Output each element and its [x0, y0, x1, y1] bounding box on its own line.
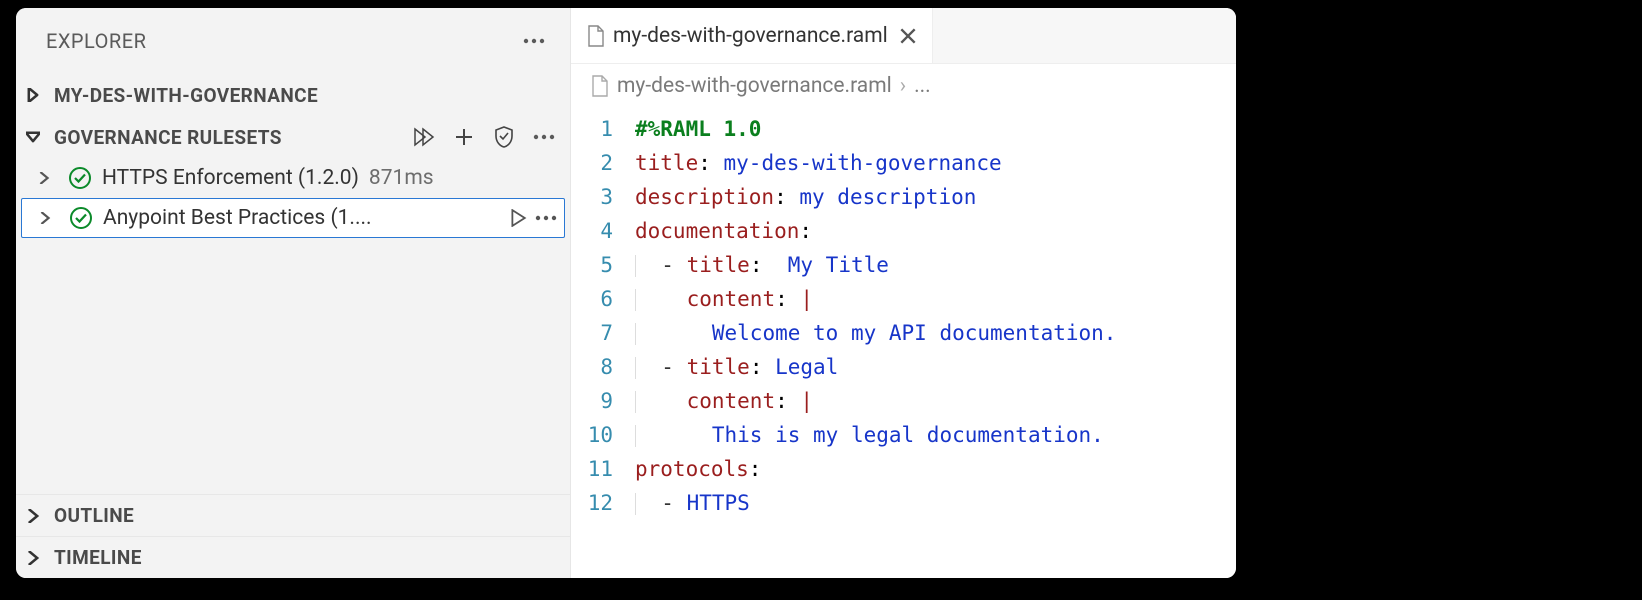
- section-governance-label: GOVERNANCE RULESETS: [54, 126, 282, 149]
- ruleset-timing: 871ms: [369, 166, 434, 190]
- line-content: title: my-des-with-governance: [635, 146, 1002, 180]
- chevron-right-icon: [26, 509, 48, 523]
- ruleset-row[interactable]: HTTPS Enforcement (1.2.0) 871ms: [16, 158, 570, 198]
- section-timeline-label: TIMELINE: [54, 546, 142, 569]
- line-content: - HTTPS: [635, 486, 750, 520]
- line-number: 1: [571, 112, 635, 146]
- editor-tab[interactable]: my-des-with-governance.raml: [571, 8, 933, 63]
- line-content: content: |: [635, 282, 813, 316]
- line-number: 4: [571, 214, 635, 248]
- line-number: 7: [571, 316, 635, 350]
- section-more-icon[interactable]: [528, 121, 560, 153]
- line-number: 10: [571, 418, 635, 452]
- line-content: description: my description: [635, 180, 976, 214]
- section-project[interactable]: MY-DES-WITH-GOVERNANCE: [16, 74, 570, 116]
- check-circle-icon: [68, 166, 92, 190]
- line-content: This is my legal documentation.: [635, 418, 1104, 452]
- breadcrumb-sep: ›: [900, 74, 906, 98]
- line-content: #%RAML 1.0: [635, 112, 761, 146]
- code-line[interactable]: 11protocols:: [571, 452, 1236, 486]
- line-number: 8: [571, 350, 635, 384]
- section-outline-label: OUTLINE: [54, 504, 134, 527]
- run-all-icon[interactable]: [408, 121, 440, 153]
- section-project-label: MY-DES-WITH-GOVERNANCE: [54, 84, 318, 107]
- line-number: 9: [571, 384, 635, 418]
- line-content: Welcome to my API documentation.: [635, 316, 1116, 350]
- governance-toolbar: [408, 121, 560, 153]
- code-line[interactable]: 10 This is my legal documentation.: [571, 418, 1236, 452]
- section-governance[interactable]: GOVERNANCE RULESETS: [16, 116, 570, 158]
- line-content: protocols:: [635, 452, 761, 486]
- tab-label: my-des-with-governance.raml: [613, 24, 888, 48]
- explorer-more-icon[interactable]: [518, 25, 550, 57]
- breadcrumb-ellipsis: ...: [914, 74, 931, 98]
- code-line[interactable]: 2title: my-des-with-governance: [571, 146, 1236, 180]
- code-line[interactable]: 4documentation:: [571, 214, 1236, 248]
- line-number: 11: [571, 452, 635, 486]
- line-number: 12: [571, 486, 635, 520]
- code-line[interactable]: 6 content: |: [571, 282, 1236, 316]
- line-content: - title: Legal: [635, 350, 838, 384]
- shield-icon[interactable]: [488, 121, 520, 153]
- code-line[interactable]: 8 - title: Legal: [571, 350, 1236, 384]
- ruleset-label: HTTPS Enforcement (1.2.0): [102, 166, 359, 190]
- line-number: 5: [571, 248, 635, 282]
- section-outline[interactable]: OUTLINE: [16, 494, 570, 536]
- section-timeline[interactable]: TIMELINE: [16, 536, 570, 578]
- code-editor[interactable]: 1#%RAML 1.02title: my-des-with-governanc…: [571, 108, 1236, 520]
- line-content: documentation:: [635, 214, 812, 248]
- explorer-title: EXPLORER: [46, 29, 146, 53]
- code-line[interactable]: 5 - title: My Title: [571, 248, 1236, 282]
- line-content: content: |: [635, 384, 813, 418]
- chevron-right-icon: [39, 212, 59, 224]
- code-line[interactable]: 12 - HTTPS: [571, 486, 1236, 520]
- editor: my-des-with-governance.raml my-des-with-…: [571, 8, 1236, 578]
- file-icon: [591, 75, 609, 97]
- line-number: 3: [571, 180, 635, 214]
- breadcrumb-file: my-des-with-governance.raml: [617, 74, 892, 98]
- chevron-down-icon: [26, 130, 48, 144]
- explorer-header: EXPLORER: [16, 8, 570, 74]
- file-icon: [587, 25, 605, 47]
- check-circle-icon: [69, 206, 93, 230]
- chevron-right-icon: [26, 88, 48, 102]
- line-number: 6: [571, 282, 635, 316]
- line-content: - title: My Title: [635, 248, 889, 282]
- editor-tabs: my-des-with-governance.raml: [571, 8, 1236, 64]
- play-icon[interactable]: [509, 209, 527, 227]
- sidebar: EXPLORER MY-DES-WITH-GOVERNANCE GOVERNAN…: [16, 8, 571, 578]
- breadcrumb[interactable]: my-des-with-governance.raml › ...: [571, 64, 1236, 108]
- close-icon[interactable]: [900, 28, 916, 44]
- row-more-icon[interactable]: [535, 215, 557, 221]
- code-line[interactable]: 1#%RAML 1.0: [571, 112, 1236, 146]
- ruleset-label: Anypoint Best Practices (1....: [103, 206, 372, 230]
- ruleset-row-selected[interactable]: Anypoint Best Practices (1....: [21, 198, 565, 238]
- line-number: 2: [571, 146, 635, 180]
- code-line[interactable]: 9 content: |: [571, 384, 1236, 418]
- code-line[interactable]: 3description: my description: [571, 180, 1236, 214]
- chevron-right-icon: [26, 551, 48, 565]
- chevron-right-icon: [38, 172, 58, 184]
- add-icon[interactable]: [448, 121, 480, 153]
- code-line[interactable]: 7 Welcome to my API documentation.: [571, 316, 1236, 350]
